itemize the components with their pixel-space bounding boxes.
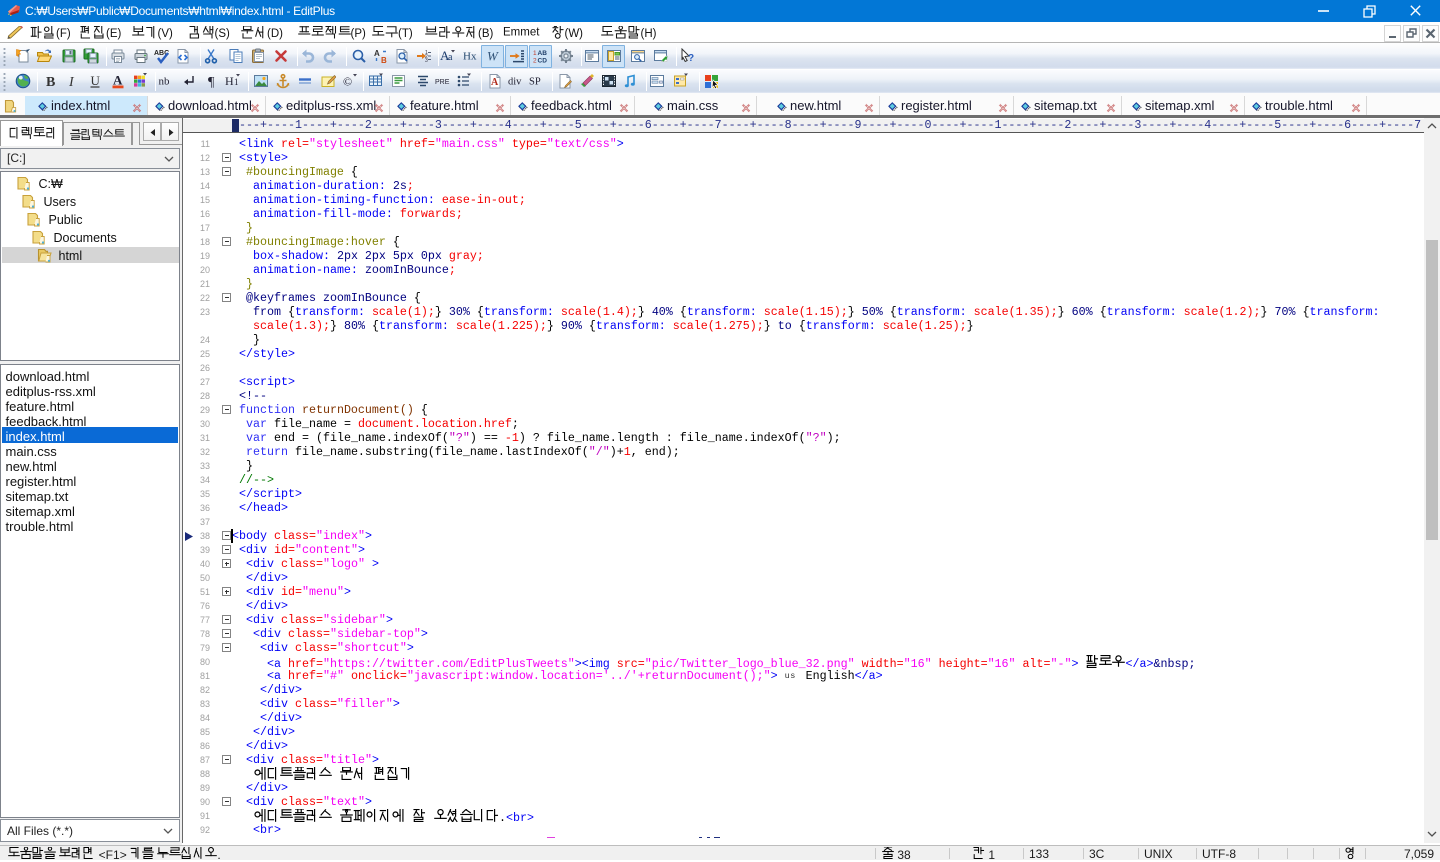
svg-text:?: ? (688, 53, 694, 64)
svg-text:B: B (381, 56, 387, 64)
svg-text:1: 1 (533, 50, 537, 57)
svg-text:SP: SP (529, 77, 541, 88)
svg-text:AB: AB (538, 50, 548, 57)
svg-text:div: div (508, 77, 522, 88)
svg-text:A: A (374, 49, 380, 58)
svg-text:a: a (448, 52, 453, 63)
svg-text:Hx: Hx (463, 51, 477, 63)
svg-text:A: A (491, 77, 499, 88)
svg-text:¶: ¶ (208, 75, 215, 89)
svg-text:nb: nb (159, 76, 171, 88)
svg-text:H: H (225, 74, 234, 88)
svg-text:A: A (113, 73, 123, 88)
svg-text:U: U (91, 73, 101, 88)
svg-text:2: 2 (533, 58, 537, 65)
svg-text:1: 1 (234, 77, 239, 87)
svg-text:B: B (46, 75, 55, 89)
svg-text:©: © (343, 75, 352, 89)
svg-text:W: W (487, 49, 499, 64)
svg-text:PRE: PRE (435, 79, 450, 86)
svg-text:3: 3 (425, 58, 428, 64)
svg-text:I: I (68, 75, 75, 89)
svg-text:CD: CD (538, 58, 548, 65)
